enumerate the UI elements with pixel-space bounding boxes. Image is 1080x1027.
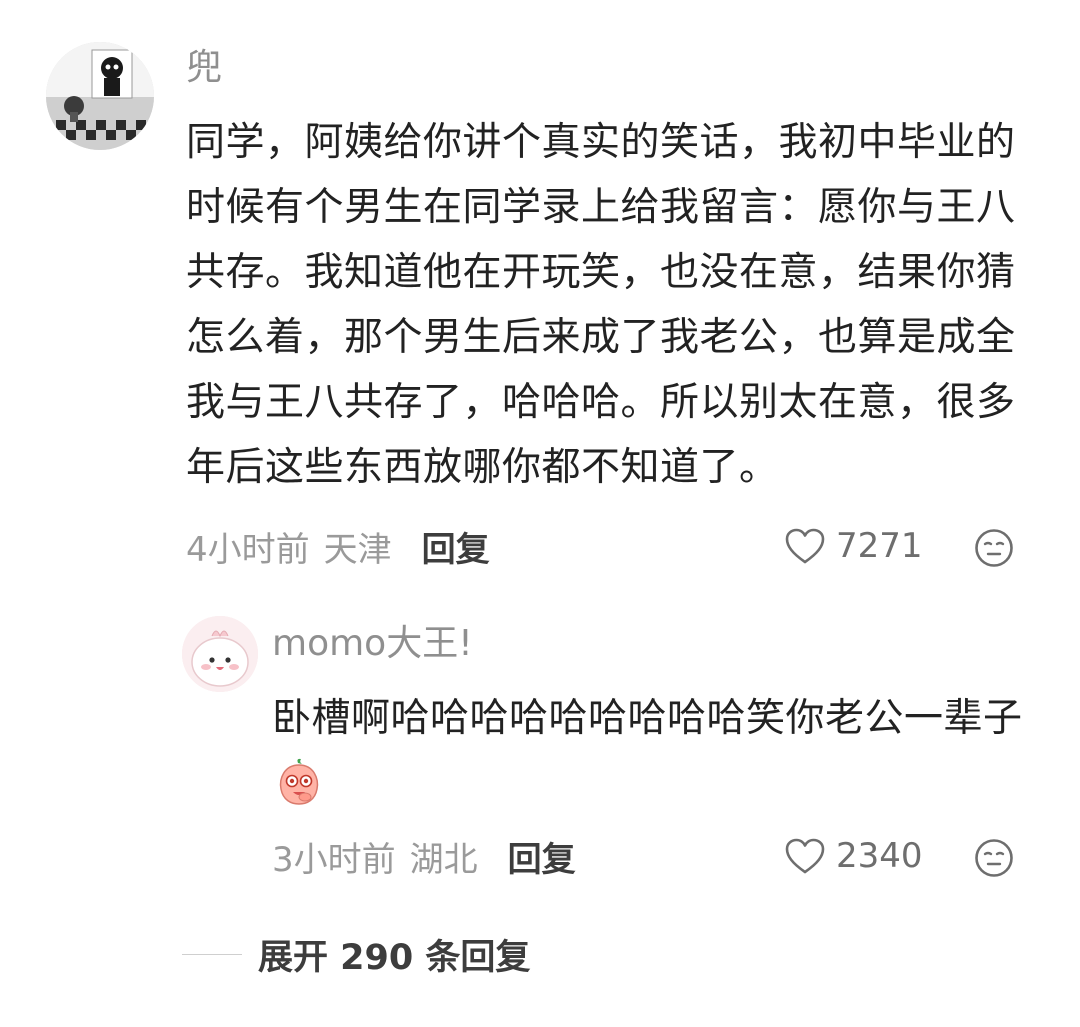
avatar-image [182, 616, 258, 692]
comment-location: 天津 [323, 529, 392, 570]
reply-meta: 3小时前 湖北 回复 [272, 832, 576, 881]
reply-button[interactable]: 回复 [422, 522, 490, 571]
like-count: 2340 [836, 836, 923, 876]
reply-username[interactable]: momo大王! [272, 624, 473, 664]
comment-text: 同学，阿姨给你讲个真实的笑话，我初中毕业的时候有个男生在同学录上给我留言：愿你与… [186, 120, 1016, 490]
heart-outline-icon [785, 838, 825, 874]
comment-username[interactable]: 兜 [186, 48, 222, 88]
reply-text-container: 卧槽啊哈哈哈哈哈哈哈哈哈笑你老公一辈子 [272, 686, 1032, 816]
reply-time: 3小时前 [272, 839, 396, 880]
expand-replies-button[interactable]: 展开 290 条回复 [182, 932, 530, 978]
neutral-face-icon [975, 839, 1013, 877]
neutral-face-icon [975, 529, 1013, 567]
avatar[interactable] [182, 616, 258, 692]
expand-replies-label: 展开 290 条回复 [258, 937, 531, 978]
like-count: 7271 [836, 526, 923, 566]
heart-outline-icon [785, 528, 825, 564]
reaction-button[interactable] [974, 528, 1014, 568]
peach-laughing-emoji-icon [276, 757, 322, 807]
reply-button[interactable]: 回复 [508, 832, 576, 881]
comment-meta: 4小时前 天津 回复 [186, 522, 490, 571]
avatar[interactable] [46, 42, 154, 150]
reaction-button[interactable] [974, 838, 1014, 878]
divider-line [182, 953, 242, 955]
like-button[interactable]: 7271 [784, 524, 923, 568]
reply-location: 湖北 [409, 839, 478, 880]
like-button[interactable]: 2340 [784, 834, 923, 878]
reply-text: 卧槽啊哈哈哈哈哈哈哈哈哈笑你老公一辈子 [272, 696, 1023, 741]
avatar-image [46, 42, 154, 150]
comment-time: 4小时前 [186, 529, 310, 570]
